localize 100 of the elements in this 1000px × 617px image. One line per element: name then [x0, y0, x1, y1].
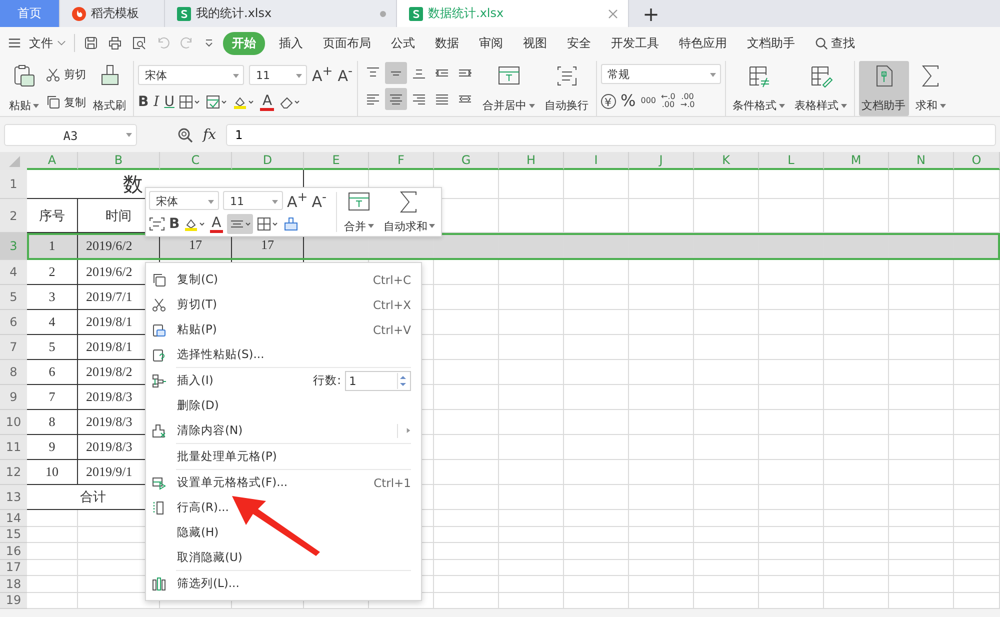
menu-item[interactable]: 复制(C) [177, 272, 218, 287]
menu-item[interactable]: 隐藏(H) [177, 525, 219, 540]
grow-font-button[interactable]: A$^{+}$ [312, 65, 333, 84]
menu-item[interactable]: 筛选列(L)... [177, 576, 240, 591]
wrap-icon[interactable] [149, 217, 165, 231]
table-style-button[interactable]: 表格样式 [792, 61, 850, 116]
down-arrow-icon[interactable] [398, 380, 408, 388]
shrink-font-button[interactable]: A$^{-}$ [312, 190, 327, 210]
align-button[interactable] [384, 88, 407, 110]
italic-button[interactable]: I [154, 95, 160, 110]
row-header[interactable]: 1 [0, 170, 27, 199]
fill-color-icon[interactable] [233, 95, 256, 110]
new-tab-button[interactable]: + [629, 0, 673, 27]
format-painter-button[interactable]: 格式刷 [90, 61, 129, 116]
align-button[interactable] [384, 62, 407, 84]
wrap-text-button[interactable]: 自动换行 [542, 61, 592, 116]
tab[interactable]: 我的统计.xlsx [165, 0, 397, 27]
tab[interactable]: 稻壳模板 [60, 0, 165, 27]
row-header[interactable]: 4 [0, 260, 27, 285]
menu-icon[interactable] [8, 37, 21, 49]
thousands-button[interactable]: 000 [640, 97, 656, 106]
menu-item[interactable]: 插入(I) [177, 373, 214, 388]
underline-button[interactable]: U [164, 95, 174, 110]
row-header[interactable]: 12 [0, 460, 27, 485]
menu-item[interactable]: 设置单元格格式(F)... [177, 475, 288, 490]
row-header[interactable]: 10 [0, 410, 27, 435]
menu-item[interactable]: 取消隐藏(U) [177, 550, 242, 565]
document-assistant-button[interactable]: 文档助手 [858, 61, 909, 116]
fill-color-icon[interactable] [184, 217, 206, 231]
menu-item[interactable]: 批量处理单元格(P) [177, 449, 277, 464]
borders-icon[interactable] [257, 217, 280, 231]
ribbon-tab[interactable]: 审阅 [473, 32, 509, 54]
bold-button[interactable]: B [169, 217, 180, 231]
eraser-icon[interactable] [279, 95, 302, 110]
formula-input[interactable]: 1 [226, 124, 996, 146]
save-icon[interactable] [84, 36, 98, 50]
ribbon-tab[interactable]: 特色应用 [673, 32, 733, 54]
font-size-dropdown[interactable]: 11 [249, 64, 307, 85]
print-icon[interactable] [108, 36, 122, 50]
search-button[interactable]: 查找 [815, 34, 855, 52]
row-header[interactable]: 17 [0, 560, 27, 576]
close-icon[interactable] [608, 8, 618, 18]
row-header[interactable]: 5 [0, 285, 27, 310]
borders-icon[interactable] [179, 95, 202, 110]
row-header[interactable]: 15 [0, 526, 27, 543]
bold-button[interactable]: B [138, 95, 149, 110]
ribbon-tab[interactable]: 插入 [273, 32, 309, 54]
name-box[interactable]: A3 [4, 124, 137, 146]
ribbon-tab[interactable]: 公式 [385, 32, 421, 54]
row-header[interactable]: 13 [0, 485, 27, 510]
font-size-dropdown[interactable]: 11 [223, 190, 283, 210]
row-header[interactable]: 18 [0, 576, 27, 592]
align-center-button[interactable] [227, 214, 254, 234]
row-header[interactable]: 9 [0, 385, 27, 410]
format-painter-icon[interactable] [283, 217, 300, 231]
menu-item[interactable]: 删除(D) [177, 398, 219, 413]
ribbon-tab[interactable]: 开发工具 [605, 32, 665, 54]
cut-button[interactable]: 剪切 [46, 67, 86, 82]
menu-item[interactable]: 清除内容(N) [177, 423, 243, 438]
font-color-button[interactable]: A [260, 94, 274, 111]
menu-item[interactable]: 剪切(T) [177, 297, 217, 312]
copy-button[interactable]: 复制 [46, 94, 86, 110]
increase-decimal-button[interactable]: ←.0 .00 [661, 92, 676, 110]
cell-style-icon[interactable] [206, 95, 228, 110]
percent-button[interactable]: % [620, 93, 636, 110]
currency-button[interactable]: ¥ [600, 94, 616, 109]
paste-button[interactable]: 粘贴 [6, 61, 42, 116]
font-color-button[interactable]: A [210, 216, 224, 232]
font-dropdown[interactable]: 宋体 [149, 190, 219, 210]
font-dropdown[interactable]: 宋体 [138, 64, 244, 85]
row-header[interactable]: 8 [0, 360, 27, 385]
shrink-font-button[interactable]: A$^{-}$ [338, 65, 353, 84]
row-header[interactable]: 11 [0, 435, 27, 460]
conditional-format-button[interactable]: 条件格式 [730, 61, 788, 116]
ribbon-tab[interactable]: 文档助手 [741, 32, 801, 54]
zoom-icon[interactable] [177, 126, 193, 142]
merge-button[interactable]: 合并 [341, 188, 376, 236]
ribbon-tab[interactable]: 安全 [561, 32, 597, 54]
sum-button[interactable]: 求和 [912, 61, 949, 116]
function-label[interactable]: fx [203, 126, 216, 142]
row-header[interactable]: 16 [0, 543, 27, 560]
number-format-dropdown[interactable]: 常规 [600, 64, 721, 84]
dropdown-icon[interactable] [204, 38, 214, 48]
row-header[interactable]: 6 [0, 310, 27, 335]
ribbon-tab[interactable]: 页面布局 [317, 32, 377, 54]
print-preview-icon[interactable] [132, 36, 146, 50]
file-menu[interactable]: 文件 [29, 34, 66, 52]
menu-item[interactable]: 粘贴(P) [177, 322, 217, 337]
row-header[interactable]: 2 [0, 199, 27, 233]
decrease-decimal-button[interactable]: .00 →.0 [680, 92, 695, 110]
row-header[interactable]: 19 [0, 592, 27, 609]
row-header[interactable]: 7 [0, 335, 27, 360]
ribbon-tab[interactable]: 数据 [429, 32, 465, 54]
menu-item[interactable]: 行高(R)... [177, 500, 229, 515]
row-count-spinner[interactable]: 1 [345, 370, 411, 390]
autosum-button[interactable]: 自动求和 [380, 188, 438, 236]
ribbon-tab[interactable]: 视图 [517, 32, 553, 54]
menu-item[interactable]: 选择性粘贴(S)... [177, 347, 264, 362]
merge-center-button[interactable]: 合并居中 [480, 61, 538, 116]
row-header[interactable]: 14 [0, 510, 27, 526]
